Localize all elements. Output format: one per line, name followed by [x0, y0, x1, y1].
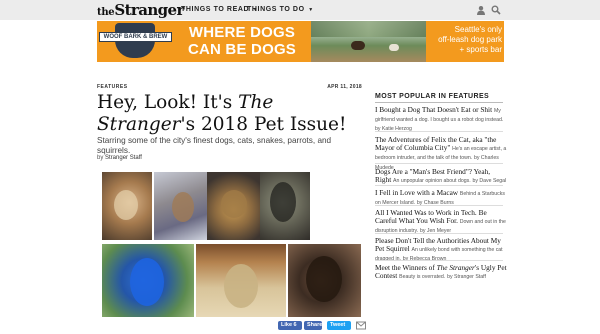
photo-subject — [172, 192, 194, 222]
popular-item[interactable]: I Bought a Dog That Doesn't Eat or Shit … — [375, 105, 507, 134]
popular-item-headline: I Fell in Love with a Macaw — [375, 188, 459, 197]
user-icon[interactable] — [476, 5, 486, 15]
photo-subject — [306, 256, 342, 302]
popular-divider — [375, 260, 503, 261]
ad-headline: WHERE DOGS CAN BE DOGS — [187, 24, 297, 58]
ad-photo — [311, 21, 426, 62]
title-part1: Hey, Look! It's — [97, 92, 239, 113]
ad-photo-dog — [351, 41, 365, 50]
popular-item-byline: by Stranger Staff — [447, 274, 486, 281]
author-link[interactable]: Stranger Staff — [105, 155, 142, 161]
site-logo[interactable]: theStranger — [97, 1, 184, 22]
popular-item-headline-italic: The Stranger — [436, 263, 475, 272]
cat-photo[interactable] — [207, 172, 260, 240]
ad-banner[interactable]: WOOF BARK & BREW WHERE DOGS CAN BE DOGS … — [97, 21, 504, 62]
ad-photo-trees — [311, 21, 426, 37]
photo-subject — [114, 190, 138, 220]
ad-side-line1: Seattle's only — [454, 25, 502, 34]
article-byline: by Stranger Staff — [97, 155, 142, 161]
squirrel-photo[interactable] — [154, 172, 207, 240]
chevron-down-icon: ▼ — [308, 7, 314, 13]
dark-cat-photo[interactable] — [260, 172, 310, 240]
dog-photo[interactable] — [102, 172, 152, 240]
logo-stranger: Stranger — [114, 1, 184, 19]
article-title: Hey, Look! It's The Stranger's 2018 Pet … — [97, 92, 365, 136]
facebook-like-button[interactable]: Like 6 — [278, 321, 302, 330]
title-part2: 's 2018 Pet Issue! — [180, 114, 347, 135]
popular-divider — [375, 233, 503, 234]
email-icon[interactable] — [356, 321, 366, 330]
popular-item[interactable]: Meet the Winners of The Stranger's Ugly … — [375, 263, 507, 281]
logo-the: the — [97, 7, 115, 18]
lab-dog-photo[interactable] — [288, 244, 361, 317]
popular-item-sub: Beauty is overrated. — [399, 274, 446, 281]
popular-item[interactable]: All I Wanted Was to Work in Tech. Be Car… — [375, 208, 507, 236]
nav-things-to-read-label: THINGS TO READ — [181, 6, 250, 13]
ad-side-line2: off-leash dog park — [438, 35, 502, 44]
byline-prefix: by — [97, 155, 106, 161]
ad-side-line3: + sports bar — [459, 45, 502, 54]
popular-item-sub: An unpopular opinion about dogs. — [393, 178, 471, 185]
photo-grid[interactable] — [102, 172, 361, 317]
sidebar-divider — [375, 102, 503, 103]
search-icon[interactable] — [491, 5, 501, 15]
photo-subject — [224, 264, 258, 308]
popular-divider — [375, 131, 503, 132]
ad-photo-dog — [389, 44, 399, 51]
ad-brand-badge: WOOF BARK & BREW — [97, 21, 174, 62]
parrot-photo[interactable] — [102, 244, 194, 317]
facebook-share-button[interactable]: Share — [304, 321, 322, 330]
popular-divider — [375, 205, 503, 206]
popular-item[interactable]: Dogs Are a "Man's Best Friend"? Yeah, Ri… — [375, 167, 507, 185]
article-dek: Starring some of the city's finest dogs,… — [97, 136, 332, 155]
ad-side-text: Seattle's only off-leash dog park + spor… — [428, 25, 504, 55]
sidebar-title: MOST POPULAR IN FEATURES — [375, 93, 490, 100]
tweet-button[interactable]: Tweet — [327, 321, 351, 330]
nav-things-to-do[interactable]: THINGS TO DO ▼ — [247, 6, 314, 13]
photo-subject — [270, 182, 296, 222]
popular-divider — [375, 185, 503, 186]
photo-subject — [221, 190, 247, 218]
popular-item-byline: by Dave Segal — [472, 178, 507, 185]
sphinx-cat-photo[interactable] — [196, 244, 286, 317]
popular-item-headline: I Bought a Dog That Doesn't Eat or Shit — [375, 105, 493, 114]
popular-divider — [375, 163, 503, 164]
nav-things-to-do-label: THINGS TO DO — [247, 6, 305, 13]
photo-subject — [130, 258, 164, 306]
article-section-kicker[interactable]: FEATURES — [97, 84, 128, 90]
article-date: APR 11, 2018 — [327, 84, 362, 90]
ad-brand-name: WOOF BARK & BREW — [99, 32, 172, 42]
